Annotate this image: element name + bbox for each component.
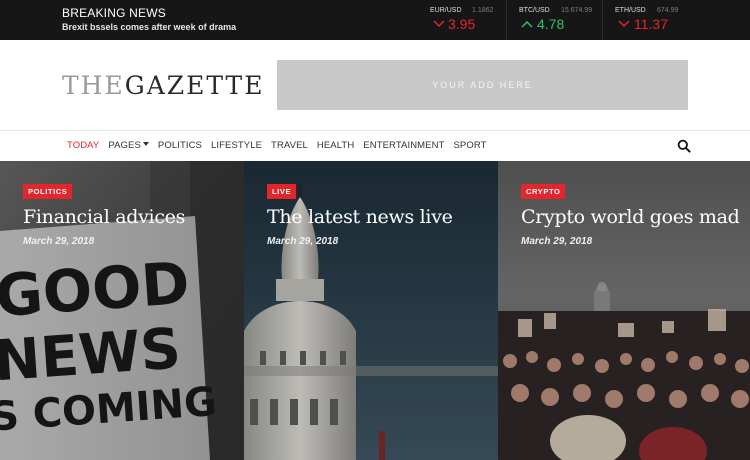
ticker-eth-usd[interactable]: ETH/USD 674.99 11.37 xyxy=(602,0,702,40)
card-date: March 29, 2018 xyxy=(23,236,95,247)
breaking-news-title: BREAKING NEWS xyxy=(62,6,166,20)
nav-item-travel[interactable]: TRAVEL xyxy=(271,140,308,152)
ticker-rate: 674.99 xyxy=(657,7,679,14)
nav-item-pages-label: PAGES xyxy=(108,140,141,151)
ticker-btc-usd[interactable]: BTC/USD 15.674.99 4.78 xyxy=(506,0,602,40)
featured-cards: GOOD NEWS S COMING POLITICS Financial ad… xyxy=(0,161,750,460)
ad-banner[interactable]: YOUR ADD HERE xyxy=(277,60,688,110)
ticker-pair: BTC/USD xyxy=(519,7,550,14)
arrow-down-icon xyxy=(433,20,445,28)
category-badge[interactable]: LIVE xyxy=(267,184,297,199)
search-icon[interactable] xyxy=(677,139,691,153)
ad-banner-text: YOUR ADD HERE xyxy=(432,80,533,90)
breaking-news-headline[interactable]: Brexit bssels comes after week of drama xyxy=(62,22,236,33)
featured-card-crypto[interactable]: CRYPTO Crypto world goes mad March 29, 2… xyxy=(498,161,750,460)
arrow-up-icon xyxy=(521,20,533,28)
ticker-rate: 15.674.99 xyxy=(561,7,593,14)
ticker-change: 4.78 xyxy=(537,16,565,32)
site-logo[interactable]: THEGAZETTE xyxy=(62,72,264,100)
top-bar: BREAKING NEWS Brexit bssels comes after … xyxy=(0,0,750,40)
ticker-pair: ETH/USD xyxy=(615,7,646,14)
ticker-eur-usd[interactable]: EUR/USD 1.1862 3.95 xyxy=(418,0,510,40)
card-date: March 29, 2018 xyxy=(267,236,339,247)
site-header: THEGAZETTE YOUR ADD HERE xyxy=(0,40,750,130)
arrow-down-icon xyxy=(618,20,630,28)
caret-down-icon xyxy=(142,142,149,147)
ticker-pair: EUR/USD xyxy=(430,7,462,14)
card-title[interactable]: The latest news live xyxy=(267,205,453,229)
ticker-rate: 1.1862 xyxy=(472,7,494,14)
card-date: March 29, 2018 xyxy=(521,236,593,247)
logo-the: THE xyxy=(62,71,125,100)
nav-item-entertainment[interactable]: ENTERTAINMENT xyxy=(363,140,444,152)
featured-card-live[interactable]: LIVE The latest news live March 29, 2018 xyxy=(244,161,498,460)
main-nav: TODAY PAGES POLITICS LIFESTYLE TRAVEL HE… xyxy=(0,130,750,161)
ticker-change: 3.95 xyxy=(448,16,476,32)
nav-item-politics[interactable]: POLITICS xyxy=(158,140,202,152)
nav-item-health[interactable]: HEALTH xyxy=(317,140,354,152)
nav-item-lifestyle[interactable]: LIFESTYLE xyxy=(211,140,262,152)
nav-item-pages[interactable]: PAGES xyxy=(108,140,149,152)
featured-card-politics[interactable]: GOOD NEWS S COMING POLITICS Financial ad… xyxy=(0,161,244,460)
breaking-news[interactable]: BREAKING NEWS Brexit bssels comes after … xyxy=(62,6,236,33)
nav-item-sport[interactable]: SPORT xyxy=(453,140,486,152)
logo-gazette: GAZETTE xyxy=(124,71,265,100)
nav-item-today[interactable]: TODAY xyxy=(67,140,99,152)
ticker-change: 11.37 xyxy=(634,16,668,32)
nav-menu: TODAY PAGES POLITICS LIFESTYLE TRAVEL HE… xyxy=(67,140,496,152)
category-badge[interactable]: POLITICS xyxy=(23,184,73,199)
card-title[interactable]: Financial advices xyxy=(23,205,185,229)
category-badge[interactable]: CRYPTO xyxy=(521,184,566,199)
card-title[interactable]: Crypto world goes mad xyxy=(521,205,740,229)
